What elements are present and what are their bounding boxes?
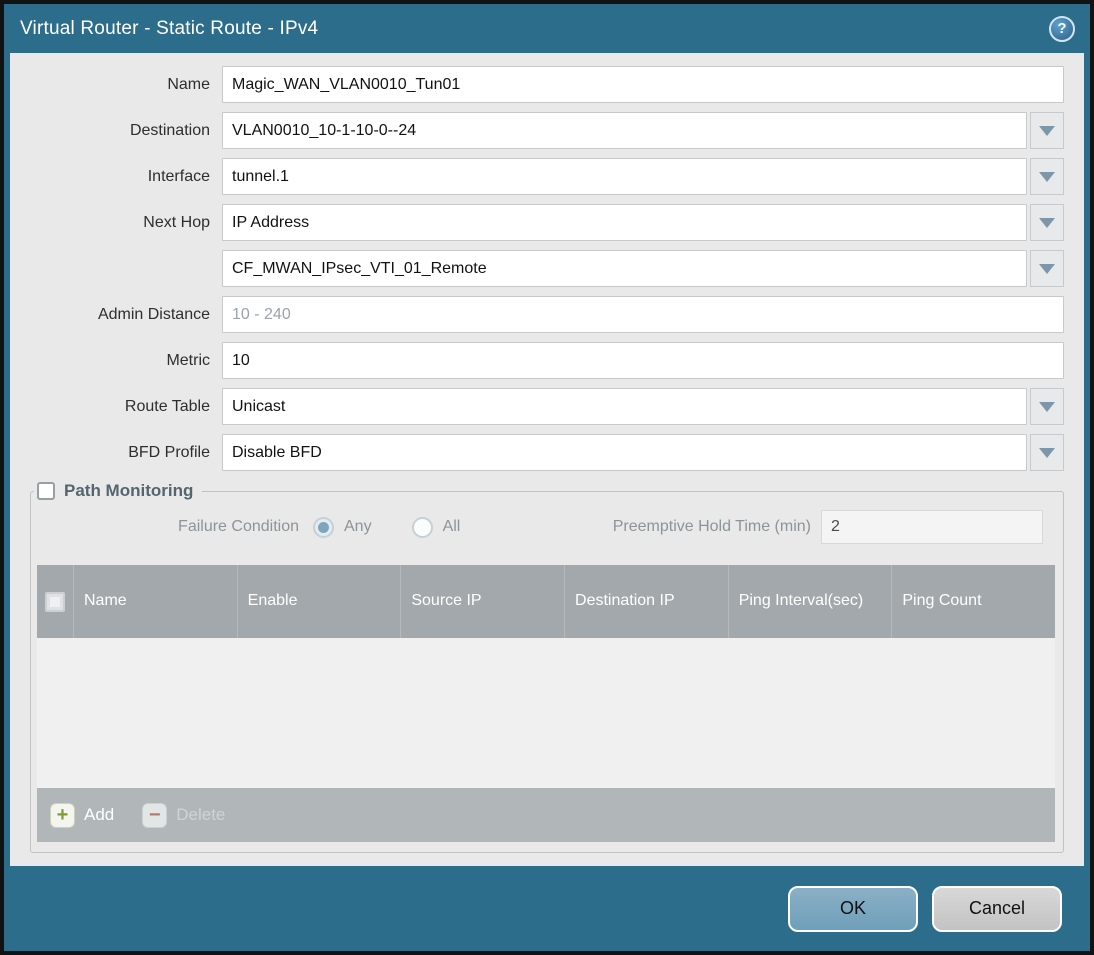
failure-condition-all-radio[interactable]: All [411, 516, 460, 538]
metric-label: Metric [166, 351, 210, 369]
preemptive-hold-time-input[interactable] [821, 510, 1043, 544]
bfd-profile-row: BFD Profile [10, 434, 1064, 471]
interface-dropdown-button[interactable] [1030, 158, 1064, 195]
chevron-down-icon [1039, 125, 1055, 136]
route-table-row: Route Table [10, 388, 1064, 425]
name-row: Name [10, 66, 1064, 103]
add-button[interactable]: + Add [50, 802, 114, 828]
route-table-dropdown-button[interactable] [1030, 388, 1064, 425]
path-monitoring-legend: Path Monitoring [34, 481, 202, 501]
failure-condition-any-radio[interactable]: Any [313, 516, 372, 538]
table-body-empty [37, 638, 1055, 788]
next-hop-type-dropdown-button[interactable] [1030, 204, 1064, 241]
path-monitoring-table: Name Enable Source IP Destination IP Pin… [37, 565, 1055, 842]
interface-input[interactable] [222, 158, 1027, 195]
dialog-content: Name Destination Interface [10, 53, 1084, 866]
table-header: Name Enable Source IP Destination IP Pin… [37, 565, 1055, 638]
chevron-down-icon [1039, 263, 1055, 274]
titlebar: Virtual Router - Static Route - IPv4 ? [4, 4, 1090, 53]
path-monitoring-section: Path Monitoring Failure Condition Any Al… [30, 481, 1064, 853]
column-header-destination-ip: Destination IP [564, 565, 728, 638]
table-header-checkbox-cell [37, 565, 73, 638]
chevron-down-icon [1039, 401, 1055, 412]
column-header-enable: Enable [236, 565, 401, 638]
help-icon[interactable]: ? [1049, 15, 1075, 42]
route-table-input[interactable] [222, 388, 1027, 425]
admin-distance-input[interactable] [222, 296, 1064, 333]
admin-distance-label: Admin Distance [97, 305, 210, 323]
next-hop-type-input[interactable] [222, 204, 1027, 241]
path-monitoring-title: Path Monitoring [64, 481, 194, 500]
destination-dropdown-button[interactable] [1030, 112, 1064, 149]
metric-row: Metric [10, 342, 1064, 379]
radio-unselected-icon [411, 516, 433, 538]
route-table-label: Route Table [124, 397, 210, 415]
minus-icon: − [142, 802, 168, 828]
table-footer: + Add − Delete [37, 788, 1055, 842]
dialog-title: Virtual Router - Static Route - IPv4 [20, 17, 319, 39]
column-header-ping-interval: Ping Interval(sec) [727, 565, 892, 638]
dialog-footer: OK Cancel [4, 866, 1090, 951]
failure-condition-label: Failure Condition [178, 518, 299, 535]
column-header-source-ip: Source IP [400, 565, 564, 638]
chevron-down-icon [1039, 171, 1055, 182]
interface-label: Interface [147, 167, 210, 185]
select-all-checkbox[interactable] [45, 591, 65, 612]
path-monitoring-checkbox[interactable] [37, 482, 55, 500]
chevron-down-icon [1039, 217, 1055, 228]
column-header-name: Name [73, 565, 237, 638]
cancel-button[interactable]: Cancel [932, 885, 1062, 932]
next-hop-label: Next Hop [143, 213, 210, 231]
metric-input[interactable] [222, 342, 1064, 379]
path-monitoring-controls: Failure Condition Any All Preemptive Hol… [31, 509, 1043, 545]
delete-button[interactable]: − Delete [142, 802, 225, 828]
interface-row: Interface [10, 158, 1064, 195]
radio-selected-icon [313, 516, 334, 538]
admin-distance-row: Admin Distance [10, 296, 1064, 333]
preemptive-hold-time-label: Preemptive Hold Time (min) [612, 518, 811, 535]
virtual-router-static-route-dialog: Virtual Router - Static Route - IPv4 ? N… [0, 0, 1094, 955]
next-hop-row: Next Hop [10, 204, 1064, 241]
next-hop-address-dropdown-button[interactable] [1030, 250, 1064, 287]
destination-label: Destination [129, 121, 210, 139]
next-hop-address-input[interactable] [222, 250, 1027, 287]
name-label: Name [167, 75, 210, 93]
name-input[interactable] [222, 66, 1064, 103]
chevron-down-icon [1039, 447, 1055, 458]
column-header-ping-count: Ping Count [891, 565, 1055, 638]
next-hop-address-row [10, 250, 1064, 287]
destination-input[interactable] [222, 112, 1027, 149]
bfd-profile-label: BFD Profile [128, 443, 210, 461]
plus-icon: + [50, 802, 75, 828]
destination-row: Destination [10, 112, 1064, 149]
bfd-profile-dropdown-button[interactable] [1030, 434, 1064, 471]
ok-button[interactable]: OK [788, 885, 918, 932]
bfd-profile-input[interactable] [222, 434, 1027, 471]
